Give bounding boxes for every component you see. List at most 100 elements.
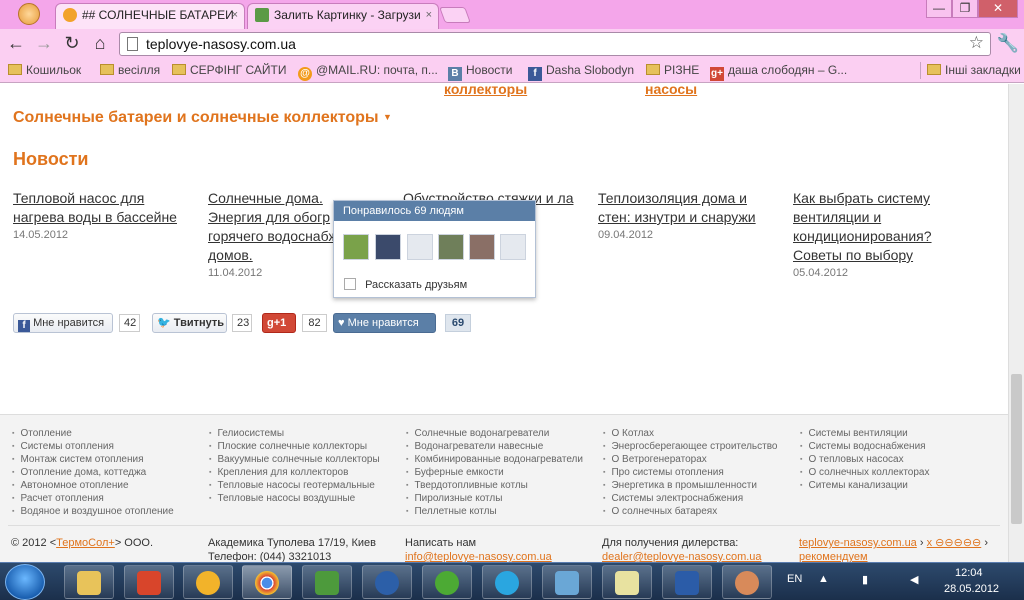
footer-link[interactable]: Гелиосистемы (209, 427, 380, 440)
forward-arrow-icon[interactable]: → (32, 31, 56, 55)
star-icon[interactable]: ☆ (969, 33, 984, 53)
bookmark-folder[interactable]: весілля (100, 62, 160, 79)
footer-link[interactable]: Крепления для коллекторов (209, 466, 380, 479)
facebook-like-button[interactable]: f Мне нравится (13, 313, 113, 333)
address-bar[interactable]: teplovye-nasosy.com.ua ☆ (119, 32, 991, 56)
footer-link[interactable]: Системы водоснабжения (800, 440, 929, 453)
bookmark-news[interactable]: B Новости (448, 62, 512, 81)
footer-link[interactable]: Расчет отопления (12, 492, 174, 505)
close-icon[interactable]: × (232, 4, 238, 26)
footer-link[interactable]: Твердотопливные котлы (406, 479, 583, 492)
taskbar-utorrent[interactable] (422, 565, 472, 599)
vertical-scrollbar[interactable] (1008, 84, 1024, 562)
footer-link[interactable]: Комбинированные водонагреватели (406, 453, 582, 466)
close-window-button[interactable]: ✕ (978, 0, 1018, 18)
footer-link[interactable]: Пеллетные котлы (406, 505, 583, 518)
language-indicator[interactable]: EN (787, 573, 802, 585)
company-link[interactable]: ТермоСол+ (56, 537, 115, 549)
taskbar-chrome[interactable] (242, 565, 292, 599)
footer-link[interactable]: Отопление дома, коттеджа (12, 466, 174, 479)
share-checkbox[interactable] (344, 278, 356, 290)
link-collectors[interactable]: коллекторы (444, 84, 527, 97)
news-link[interactable]: Солнечные дома. Энергия для обогр горяче… (208, 189, 338, 265)
clock-date[interactable]: 28.05.2012 (944, 583, 999, 595)
avatar[interactable] (438, 234, 464, 260)
show-hidden-icons[interactable]: ▲ (818, 573, 829, 585)
bookmark-gplus[interactable]: g+ даша слободян – G... (710, 62, 847, 81)
start-button[interactable] (5, 564, 45, 600)
close-icon[interactable]: × (426, 4, 432, 26)
site-x-link[interactable]: x ⊖⊖⊖⊖⊖ (927, 537, 982, 549)
taskbar-paint[interactable] (722, 565, 772, 599)
avatar[interactable] (343, 234, 369, 260)
maximize-button[interactable]: ❐ (952, 0, 978, 18)
footer-link[interactable]: Пиролизные котлы (406, 492, 583, 505)
clock-time[interactable]: 12:04 (955, 567, 983, 579)
scrollbar-thumb[interactable] (1011, 374, 1022, 524)
vk-like-button[interactable]: ♥ Мне нравится (333, 313, 436, 333)
taskbar-skype[interactable] (482, 565, 532, 599)
other-bookmarks[interactable]: Інші закладки (920, 62, 1021, 79)
dealer-email-link[interactable]: dealer@teplovye-nasosy.com.ua (602, 551, 762, 562)
avatar-placeholder-camera-icon[interactable] (500, 234, 526, 260)
reload-icon[interactable]: ↻ (60, 31, 84, 55)
taskbar-explorer[interactable] (64, 565, 114, 599)
footer-link[interactable]: Ситемы канализации (800, 479, 929, 492)
share-with-friends[interactable]: Рассказать друзьям (344, 278, 467, 291)
bookmark-folder[interactable]: СЕРФІНГ САЙТИ (172, 62, 286, 79)
bookmark-facebook[interactable]: f Dasha Slobodyn (528, 62, 634, 81)
gplus-button[interactable]: g+1 (262, 313, 296, 333)
avatar-placeholder-camera-icon[interactable] (407, 234, 433, 260)
footer-link[interactable]: Монтаж систем отопления (12, 453, 174, 466)
bookmark-mail[interactable]: @ @MAIL.RU: почта, п... (298, 62, 438, 81)
footer-link[interactable]: Водонагреватели навесные (406, 440, 583, 453)
news-link[interactable]: Как выбрать систему вентиляции и кондици… (793, 189, 953, 265)
news-link[interactable]: Теплоизоляция дома и стен: изнутри и сна… (598, 189, 768, 227)
tweet-button[interactable]: 🐦 Твитнуть (152, 313, 227, 333)
taskbar-word[interactable] (662, 565, 712, 599)
footer-link[interactable]: Тепловые насосы геотермальные (209, 479, 380, 492)
taskbar-notes[interactable] (602, 565, 652, 599)
footer-link[interactable]: О Котлах (603, 427, 778, 440)
footer-link[interactable]: Энергосберегающее строительство (603, 440, 777, 453)
footer-link[interactable]: Про системы отопления (603, 466, 778, 479)
recommend-link[interactable]: рекомендуем (799, 551, 868, 562)
footer-link[interactable]: Системы вентиляции (800, 427, 929, 440)
footer-link[interactable]: Буферные емкости (406, 466, 583, 479)
taskbar-aimp[interactable] (183, 565, 233, 599)
footer-link[interactable]: О тепловых насосах (800, 453, 929, 466)
wrench-icon[interactable]: 🔧 (996, 31, 1020, 55)
footer-link[interactable]: О Ветрогенераторах (603, 453, 778, 466)
footer-link[interactable]: Системы электроснабжения (603, 492, 778, 505)
footer-link[interactable]: Отопление (12, 427, 174, 440)
bookmark-folder[interactable]: РІЗНЕ (646, 62, 699, 79)
footer-link[interactable]: Энергетика в промышленности (603, 479, 778, 492)
footer-link[interactable]: Водяное и воздушное отопление (12, 505, 173, 518)
bookmark-folder[interactable]: Кошильок (8, 62, 81, 79)
info-email-link[interactable]: info@teplovye-nasosy.com.ua (405, 551, 552, 562)
footer-link[interactable]: Плоские солнечные коллекторы (209, 440, 380, 453)
footer-link[interactable]: О солнечных батареях (603, 505, 778, 518)
footer-link[interactable]: Системы отопления (12, 440, 174, 453)
new-tab-button[interactable] (439, 7, 471, 23)
avatar[interactable] (469, 234, 495, 260)
footer-link[interactable]: Тепловые насосы воздушные (209, 492, 380, 505)
footer-link[interactable]: Солнечные водонагреватели (406, 427, 583, 440)
tab-solar[interactable]: ## СОЛНЕЧНЫЕ БАТАРЕИ × (55, 3, 245, 29)
footer-link[interactable]: Вакуумные солнечные коллекторы (209, 453, 379, 466)
browser-menu-icon[interactable] (18, 3, 40, 25)
footer-link[interactable]: Автономное отопление (12, 479, 174, 492)
taskbar-app[interactable] (302, 565, 352, 599)
news-link[interactable]: Тепловой насос для нагрева воды в бассей… (13, 189, 188, 227)
site-link[interactable]: teplovye-nasosy.com.ua (799, 537, 917, 549)
taskbar-app[interactable] (124, 565, 174, 599)
home-icon[interactable]: ⌂ (88, 31, 112, 55)
volume-icon[interactable]: ◀ (910, 573, 918, 586)
tab-image-upload[interactable]: Залить Картинку - Загрузи × (247, 3, 439, 29)
footer-link[interactable]: О солнечных коллекторах (800, 466, 929, 479)
taskbar-app[interactable] (362, 565, 412, 599)
back-arrow-icon[interactable]: ← (4, 31, 28, 55)
avatar[interactable] (375, 234, 401, 260)
network-icon[interactable]: ▮ (862, 573, 868, 586)
section-title[interactable]: Солнечные батареи и солнечные коллекторы… (13, 109, 392, 127)
